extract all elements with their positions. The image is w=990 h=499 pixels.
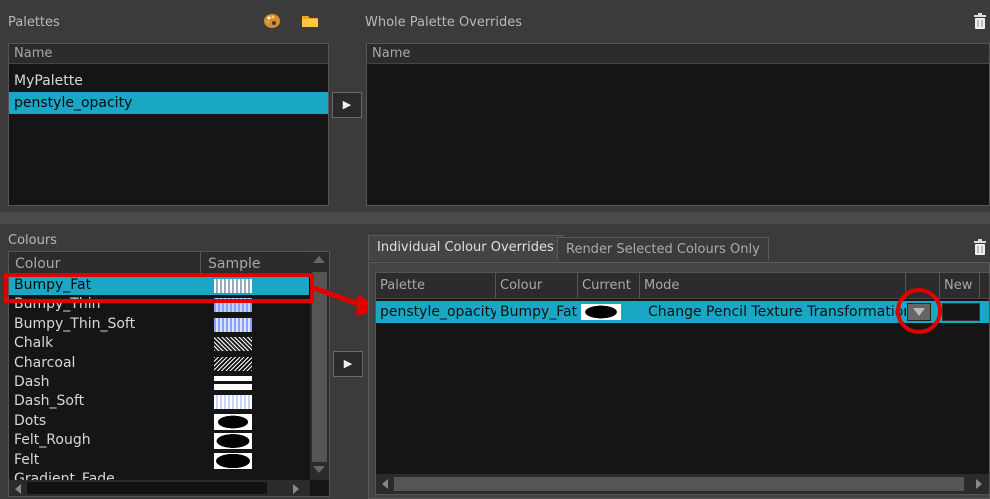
colour-item-felt-rough[interactable]: Felt_Rough: [9, 431, 309, 450]
override-palette-cell: penstyle_opacity: [380, 304, 496, 320]
palette-overrides-window: Palettes Name MyPalette penstyle_opacity…: [0, 0, 990, 499]
sample-swatch: [214, 375, 252, 390]
colour-name: Dash: [14, 373, 50, 390]
scroll-right-arrow-icon[interactable]: [293, 484, 299, 494]
colour-item-dots[interactable]: Dots: [9, 412, 309, 431]
colour-name: Felt_Rough: [14, 432, 91, 449]
overrides-hscrollbar[interactable]: [376, 474, 989, 494]
colour-name: Dots: [14, 412, 47, 429]
colour-item-chalk[interactable]: Chalk: [9, 334, 309, 353]
hscroll-thumb[interactable]: [394, 477, 964, 491]
sample-swatch: [214, 395, 252, 410]
add-colour-override-button[interactable]: ▶: [333, 351, 363, 377]
colour-item-dash[interactable]: Dash: [9, 373, 309, 392]
scroll-left-arrow-icon[interactable]: [15, 484, 21, 494]
colour-name: Chalk: [14, 335, 54, 352]
mode-column-header[interactable]: Mode: [640, 273, 906, 299]
new-colour-cell[interactable]: [942, 303, 980, 321]
colour-item-felt[interactable]: Felt: [9, 451, 309, 470]
hscroll-track[interactable]: [27, 482, 267, 494]
colour-item-charcoal[interactable]: Charcoal: [9, 354, 309, 373]
scroll-left-arrow-icon[interactable]: [382, 479, 388, 489]
sample-swatch: [214, 337, 252, 352]
colours-title: Colours: [8, 233, 57, 248]
new-column-header[interactable]: New: [940, 273, 980, 299]
colour-name: Dash_Soft: [14, 393, 85, 410]
trash-icon[interactable]: [973, 238, 987, 256]
colour-name: Gradient_Fade: [14, 470, 115, 480]
sample-swatch: [214, 452, 252, 469]
current-column-header[interactable]: Current: [578, 273, 640, 299]
colour-name: Felt: [14, 451, 40, 468]
add-palette-override-button[interactable]: ▶: [332, 92, 362, 118]
palette-item-mypalette[interactable]: MyPalette: [9, 70, 328, 92]
sample-swatch: [214, 433, 252, 450]
scroll-up-arrow-icon[interactable]: [313, 256, 325, 263]
tab-render-selected-colours-only[interactable]: Render Selected Colours Only: [557, 237, 769, 261]
current-swatch: [581, 304, 621, 320]
colour-item-bumpy-thin-soft[interactable]: Bumpy_Thin_Soft: [9, 315, 309, 334]
scroll-right-arrow-icon[interactable]: [976, 479, 982, 489]
splitter[interactable]: [0, 212, 990, 224]
whole-overrides-list[interactable]: Name: [366, 43, 990, 206]
folder-icon[interactable]: [301, 13, 319, 29]
palettes-title: Palettes: [8, 15, 60, 30]
trash-icon[interactable]: [973, 12, 987, 30]
colour-column-header[interactable]: Colour: [496, 273, 578, 299]
highlight-circle: [896, 288, 942, 334]
colour-rows: Bumpy_Fat Bumpy_Thin Bumpy_Thin_Soft Cha…: [9, 276, 329, 480]
highlight-box: [4, 273, 314, 303]
palette-list-header: Name: [9, 44, 328, 64]
palette-list[interactable]: Name MyPalette penstyle_opacity: [8, 43, 329, 206]
colour-item-gradient-fade[interactable]: Gradient_Fade: [9, 470, 309, 480]
colour-name: Bumpy_Thin_Soft: [14, 315, 136, 332]
tab-individual-colour-overrides[interactable]: Individual Colour Overrides: [368, 235, 563, 261]
colour-list-hscrollbar[interactable]: [9, 480, 310, 496]
scroll-down-arrow-icon[interactable]: [313, 466, 325, 473]
sample-swatch: [214, 356, 252, 371]
whole-overrides-header: Name: [367, 44, 989, 64]
override-colour-cell: Bumpy_Fat: [500, 304, 578, 320]
colour-name: Charcoal: [14, 354, 76, 371]
palette-item-penstyle-opacity[interactable]: penstyle_opacity: [9, 92, 328, 114]
colour-item-dash-soft[interactable]: Dash_Soft: [9, 392, 309, 411]
override-mode-cell: Change Pencil Texture Transformation: [648, 304, 906, 320]
sample-swatch: [214, 317, 252, 332]
sample-swatch: [214, 413, 252, 430]
overrides-table-header: Palette Colour Current Mode New: [376, 273, 989, 299]
palette-browser-icon[interactable]: [263, 12, 281, 30]
palette-column-header[interactable]: Palette: [376, 273, 496, 299]
whole-overrides-title: Whole Palette Overrides: [365, 15, 522, 30]
